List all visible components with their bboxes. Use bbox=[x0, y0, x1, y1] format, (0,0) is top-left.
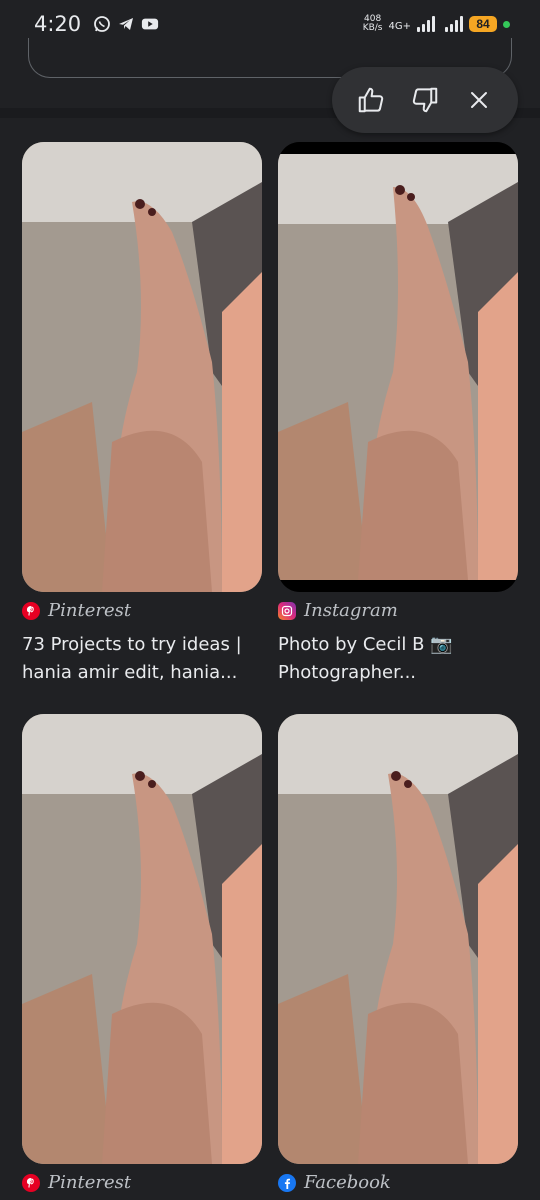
result-image[interactable] bbox=[22, 142, 262, 592]
source-name: Facebook bbox=[304, 1172, 391, 1193]
close-icon bbox=[471, 92, 487, 108]
result-title[interactable]: 73 Projects to try ideas | hania amir ed… bbox=[22, 631, 262, 687]
youtube-icon bbox=[141, 15, 159, 33]
result-source[interactable]: Pinterest bbox=[22, 600, 262, 621]
thumbs-up-button[interactable] bbox=[351, 80, 391, 120]
thumbs-down-icon bbox=[412, 87, 438, 113]
battery-indicator: 84 bbox=[469, 16, 497, 32]
result-source[interactable]: Pinterest bbox=[22, 1172, 262, 1193]
pinterest-icon bbox=[22, 1173, 40, 1192]
status-time: 4:20 bbox=[34, 12, 82, 36]
feedback-panel bbox=[332, 67, 518, 133]
facebook-icon bbox=[278, 1173, 296, 1192]
telegram-icon bbox=[117, 15, 135, 33]
result-title-line-2: hania amir edit, hania... bbox=[22, 662, 238, 683]
instagram-icon bbox=[278, 601, 296, 620]
result-image[interactable] bbox=[22, 714, 262, 1164]
network-speed-unit: KB/s bbox=[362, 23, 383, 33]
result-source[interactable]: Instagram bbox=[278, 600, 518, 621]
result-card[interactable]: Pinterest bbox=[22, 714, 262, 1193]
signal-icon-sim2 bbox=[445, 16, 463, 32]
result-image[interactable] bbox=[278, 714, 518, 1164]
source-name: Instagram bbox=[304, 600, 398, 621]
photo-thumbnail bbox=[278, 142, 518, 592]
pinterest-icon bbox=[22, 601, 40, 620]
result-title-line-1: Photo by Cecil B 📷 bbox=[278, 634, 453, 655]
network-speed: 408 KB/s bbox=[363, 15, 383, 33]
result-title[interactable]: Photo by Cecil B 📷 Photographer... bbox=[278, 631, 518, 687]
source-name: Pinterest bbox=[48, 600, 132, 621]
result-title-line-2: Photographer... bbox=[278, 662, 417, 683]
photo-thumbnail bbox=[278, 714, 518, 1164]
photo-thumbnail bbox=[22, 714, 262, 1164]
signal-icon-sim1 bbox=[417, 16, 435, 32]
whatsapp-icon bbox=[93, 15, 111, 33]
thumbs-up-icon bbox=[358, 87, 384, 113]
result-card[interactable]: Facebook bbox=[278, 714, 518, 1193]
photo-thumbnail bbox=[22, 142, 262, 592]
result-title-line-1: 73 Projects to try ideas | bbox=[22, 634, 242, 655]
notification-icons bbox=[93, 15, 159, 33]
result-card[interactable]: Pinterest 73 Projects to try ideas | han… bbox=[22, 142, 262, 687]
thumbs-down-button[interactable] bbox=[405, 80, 445, 120]
result-image[interactable] bbox=[278, 142, 518, 592]
result-source[interactable]: Facebook bbox=[278, 1172, 518, 1193]
network-type: 4G+ bbox=[388, 21, 412, 32]
close-button[interactable] bbox=[459, 80, 499, 120]
result-card[interactable]: Instagram Photo by Cecil B 📷 Photographe… bbox=[278, 142, 518, 687]
source-name: Pinterest bbox=[48, 1172, 132, 1193]
privacy-dot bbox=[503, 20, 510, 28]
